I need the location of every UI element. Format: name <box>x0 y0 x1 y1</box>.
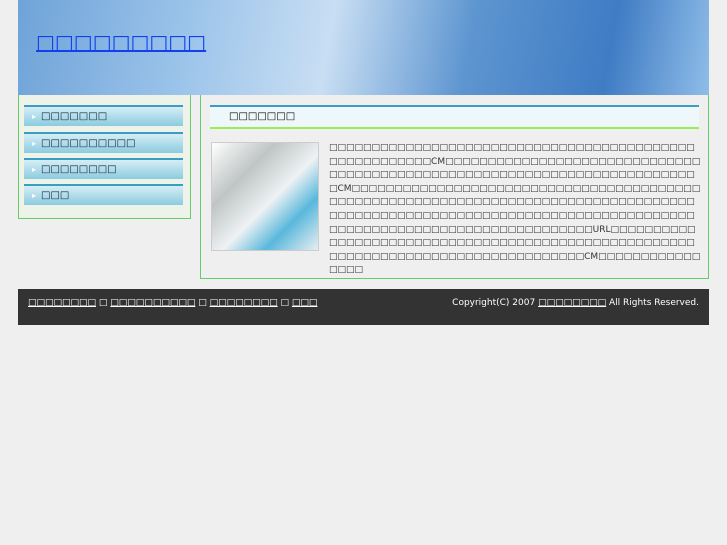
footer-link-2[interactable]: □□□□□□□□□□ <box>110 298 195 308</box>
footer: □□□□□□□□ □ □□□□□□□□□□ □ □□□□□□□□ □ □□□ C… <box>18 289 709 325</box>
footer-link-4[interactable]: □□□ <box>292 298 318 308</box>
heading-text: □□□□□□□ <box>229 111 296 122</box>
sidebar-item-label: □□□□□□□□□□ <box>41 138 136 149</box>
footer-link-1[interactable]: □□□□□□□□ <box>28 298 96 308</box>
copyright: Copyright(C) 2007 □□□□□□□□ All Rights Re… <box>452 298 699 308</box>
separator: □ <box>198 298 207 308</box>
copyright-prefix: Copyright(C) 2007 <box>452 298 539 308</box>
copyright-link[interactable]: □□□□□□□□ <box>538 298 606 308</box>
arrow-icon: ▸ <box>32 112 37 121</box>
section-heading: □□□□□□□ <box>210 105 699 129</box>
copyright-suffix: All Rights Reserved. <box>606 298 699 308</box>
sidebar-item-4[interactable]: ▸ □□□ <box>24 184 183 205</box>
site-title-link[interactable]: □□□□□□□□□ <box>36 30 206 54</box>
body-text: □□□□□□□□□□□□□□□□□□□□□□□□□□□□□□□□□□□□□□□□… <box>329 143 701 276</box>
arrow-icon: ▸ <box>32 191 37 200</box>
sidebar-item-label: □□□□□□□□ <box>41 164 117 175</box>
footer-link-3[interactable]: □□□□□□□□ <box>210 298 278 308</box>
footer-links: □□□□□□□□ □ □□□□□□□□□□ □ □□□□□□□□ □ □□□ <box>28 298 317 308</box>
arrow-icon: ▸ <box>32 165 37 174</box>
sidebar-item-3[interactable]: ▸ □□□□□□□□ <box>24 158 183 179</box>
separator: □ <box>280 298 290 308</box>
sidebar-item-1[interactable]: ▸ □□□□□□□ <box>24 105 183 126</box>
sidebar: ▸ □□□□□□□ ▸ □□□□□□□□□□ ▸ □□□□□□□□ ▸ □□□ <box>18 95 191 219</box>
sidebar-item-2[interactable]: ▸ □□□□□□□□□□ <box>24 132 183 153</box>
phone-photo <box>211 142 319 251</box>
header-banner: □□□□□□□□□ <box>18 0 709 95</box>
sidebar-item-label: □□□□□□□ <box>41 111 108 122</box>
arrow-icon: ▸ <box>32 139 37 148</box>
sidebar-item-label: □□□ <box>41 190 70 201</box>
main-content: □□□□□□□ □□□□□□□□□□□□□□□□□□□□□□□□□□□□□□□□… <box>200 95 709 279</box>
separator: □ <box>98 298 108 308</box>
